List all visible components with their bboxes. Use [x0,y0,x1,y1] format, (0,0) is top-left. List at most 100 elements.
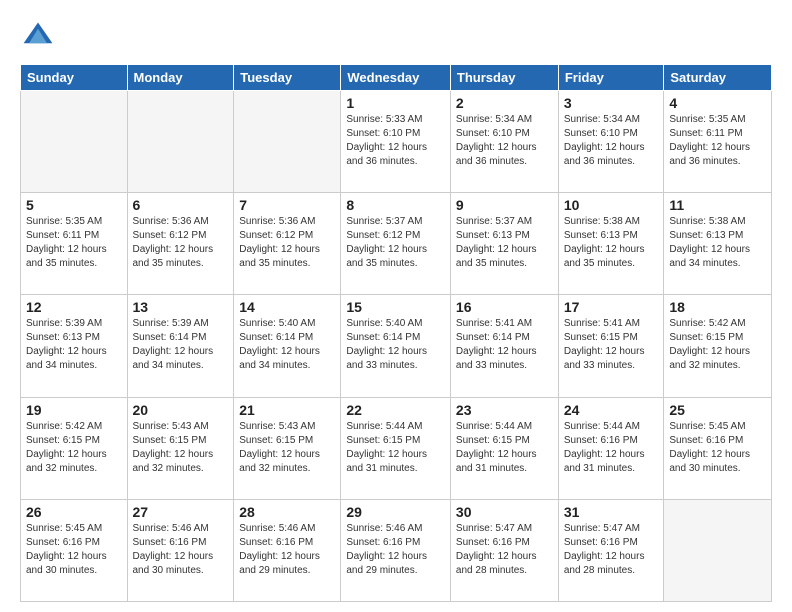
day-info: Sunrise: 5:44 AM Sunset: 6:15 PM Dayligh… [456,420,553,476]
weekday-header-thursday: Thursday [450,65,558,91]
day-info: Sunrise: 5:35 AM Sunset: 6:11 PM Dayligh… [669,113,766,169]
day-number: 21 [239,402,335,418]
calendar-cell: 8Sunrise: 5:37 AM Sunset: 6:12 PM Daylig… [341,193,451,295]
calendar-cell: 1 Sunrise: 5:33 AM Sunset: 6:10 PM Daylig… [341,91,451,193]
day-info: Sunrise: 5:36 AM Sunset: 6:12 PM Dayligh… [133,215,229,271]
day-number: 4 [669,95,766,111]
calendar-cell: 9Sunrise: 5:37 AM Sunset: 6:13 PM Daylig… [450,193,558,295]
calendar-cell: 15 Sunrise: 5:40 AM Sunset: 6:14 PM Dayli… [341,295,451,397]
calendar-table: SundayMondayTuesdayWednesdayThursdayFrid… [20,64,772,602]
calendar-cell [127,91,234,193]
day-info: Sunrise: 5:43 AM Sunset: 6:15 PM Dayligh… [133,420,229,476]
day-info: Sunrise: 5:41 AM Sunset: 6:15 PM Dayligh… [564,317,659,373]
top-section [20,18,772,54]
calendar-cell: 17Sunrise: 5:41 AM Sunset: 6:15 PM Dayli… [558,295,664,397]
day-info: Sunrise: 5:40 AM Sunset: 6:14 PM Dayligh… [346,317,445,373]
day-info: Sunrise: 5:35 AM Sunset: 6:11 PM Dayligh… [26,215,122,271]
weekday-header-friday: Friday [558,65,664,91]
calendar-cell: 10 Sunrise: 5:38 AM Sunset: 6:13 PM Dayli… [558,193,664,295]
day-info: Sunrise: 5:38 AM Sunset: 6:13 PM Dayligh… [564,215,659,271]
day-info: Sunrise: 5:41 AM Sunset: 6:14 PM Dayligh… [456,317,553,373]
calendar-cell: 20 Sunrise: 5:43 AM Sunset: 6:15 PM Dayli… [127,397,234,499]
weekday-header-sunday: Sunday [21,65,128,91]
day-info: Sunrise: 5:33 AM Sunset: 6:10 PM Dayligh… [346,113,445,169]
calendar-row-4: 26Sunrise: 5:45 AM Sunset: 6:16 PM Dayli… [21,499,772,601]
calendar-cell: 29Sunrise: 5:46 AM Sunset: 6:16 PM Dayli… [341,499,451,601]
calendar-cell [21,91,128,193]
day-number: 15 [346,299,445,315]
calendar-cell: 6 Sunrise: 5:36 AM Sunset: 6:12 PM Daylig… [127,193,234,295]
day-info: Sunrise: 5:42 AM Sunset: 6:15 PM Dayligh… [669,317,766,373]
day-number: 2 [456,95,553,111]
day-number: 6 [133,197,229,213]
calendar-row-3: 19 Sunrise: 5:42 AM Sunset: 6:15 PM Dayli… [21,397,772,499]
calendar-cell: 23 Sunrise: 5:44 AM Sunset: 6:15 PM Dayli… [450,397,558,499]
day-info: Sunrise: 5:44 AM Sunset: 6:15 PM Dayligh… [346,420,445,476]
day-number: 30 [456,504,553,520]
day-info: Sunrise: 5:46 AM Sunset: 6:16 PM Dayligh… [133,522,229,578]
logo-icon [20,18,56,54]
day-info: Sunrise: 5:39 AM Sunset: 6:14 PM Dayligh… [133,317,229,373]
day-number: 28 [239,504,335,520]
calendar-cell [234,91,341,193]
day-info: Sunrise: 5:46 AM Sunset: 6:16 PM Dayligh… [239,522,335,578]
day-info: Sunrise: 5:37 AM Sunset: 6:13 PM Dayligh… [456,215,553,271]
day-info: Sunrise: 5:46 AM Sunset: 6:16 PM Dayligh… [346,522,445,578]
calendar-cell: 12 Sunrise: 5:39 AM Sunset: 6:13 PM Dayli… [21,295,128,397]
calendar-cell [664,499,772,601]
day-number: 23 [456,402,553,418]
day-info: Sunrise: 5:36 AM Sunset: 6:12 PM Dayligh… [239,215,335,271]
calendar-cell: 31Sunrise: 5:47 AM Sunset: 6:16 PM Dayli… [558,499,664,601]
calendar-cell: 21 Sunrise: 5:43 AM Sunset: 6:15 PM Dayli… [234,397,341,499]
calendar-body: 1 Sunrise: 5:33 AM Sunset: 6:10 PM Daylig… [21,91,772,602]
calendar-cell: 25 Sunrise: 5:45 AM Sunset: 6:16 PM Dayli… [664,397,772,499]
calendar-cell: 27 Sunrise: 5:46 AM Sunset: 6:16 PM Dayli… [127,499,234,601]
calendar-cell: 13 Sunrise: 5:39 AM Sunset: 6:14 PM Dayli… [127,295,234,397]
weekday-header-saturday: Saturday [664,65,772,91]
day-number: 12 [26,299,122,315]
day-info: Sunrise: 5:38 AM Sunset: 6:13 PM Dayligh… [669,215,766,271]
day-number: 16 [456,299,553,315]
day-number: 11 [669,197,766,213]
day-info: Sunrise: 5:45 AM Sunset: 6:16 PM Dayligh… [26,522,122,578]
day-number: 1 [346,95,445,111]
day-number: 27 [133,504,229,520]
calendar-cell: 11 Sunrise: 5:38 AM Sunset: 6:13 PM Dayli… [664,193,772,295]
calendar-cell: 4 Sunrise: 5:35 AM Sunset: 6:11 PM Daylig… [664,91,772,193]
weekday-header-monday: Monday [127,65,234,91]
day-info: Sunrise: 5:43 AM Sunset: 6:15 PM Dayligh… [239,420,335,476]
day-info: Sunrise: 5:39 AM Sunset: 6:13 PM Dayligh… [26,317,122,373]
day-number: 31 [564,504,659,520]
day-number: 14 [239,299,335,315]
calendar-cell: 16 Sunrise: 5:41 AM Sunset: 6:14 PM Dayli… [450,295,558,397]
logo [20,18,60,54]
calendar-cell: 19 Sunrise: 5:42 AM Sunset: 6:15 PM Dayli… [21,397,128,499]
day-number: 19 [26,402,122,418]
day-info: Sunrise: 5:45 AM Sunset: 6:16 PM Dayligh… [669,420,766,476]
day-number: 8 [346,197,445,213]
day-number: 10 [564,197,659,213]
day-number: 20 [133,402,229,418]
calendar-cell: 18 Sunrise: 5:42 AM Sunset: 6:15 PM Dayli… [664,295,772,397]
day-info: Sunrise: 5:34 AM Sunset: 6:10 PM Dayligh… [456,113,553,169]
day-number: 24 [564,402,659,418]
day-info: Sunrise: 5:42 AM Sunset: 6:15 PM Dayligh… [26,420,122,476]
day-number: 22 [346,402,445,418]
calendar-cell: 30Sunrise: 5:47 AM Sunset: 6:16 PM Dayli… [450,499,558,601]
day-number: 25 [669,402,766,418]
weekday-row: SundayMondayTuesdayWednesdayThursdayFrid… [21,65,772,91]
calendar-cell: 5 Sunrise: 5:35 AM Sunset: 6:11 PM Daylig… [21,193,128,295]
calendar-cell: 28 Sunrise: 5:46 AM Sunset: 6:16 PM Dayli… [234,499,341,601]
day-number: 5 [26,197,122,213]
calendar-cell: 26Sunrise: 5:45 AM Sunset: 6:16 PM Dayli… [21,499,128,601]
calendar-cell: 7 Sunrise: 5:36 AM Sunset: 6:12 PM Daylig… [234,193,341,295]
calendar-cell: 3Sunrise: 5:34 AM Sunset: 6:10 PM Daylig… [558,91,664,193]
calendar-cell: 22 Sunrise: 5:44 AM Sunset: 6:15 PM Dayli… [341,397,451,499]
calendar-row-0: 1 Sunrise: 5:33 AM Sunset: 6:10 PM Daylig… [21,91,772,193]
day-number: 18 [669,299,766,315]
weekday-header-wednesday: Wednesday [341,65,451,91]
day-info: Sunrise: 5:34 AM Sunset: 6:10 PM Dayligh… [564,113,659,169]
calendar-cell: 14Sunrise: 5:40 AM Sunset: 6:14 PM Dayli… [234,295,341,397]
day-number: 13 [133,299,229,315]
day-number: 7 [239,197,335,213]
